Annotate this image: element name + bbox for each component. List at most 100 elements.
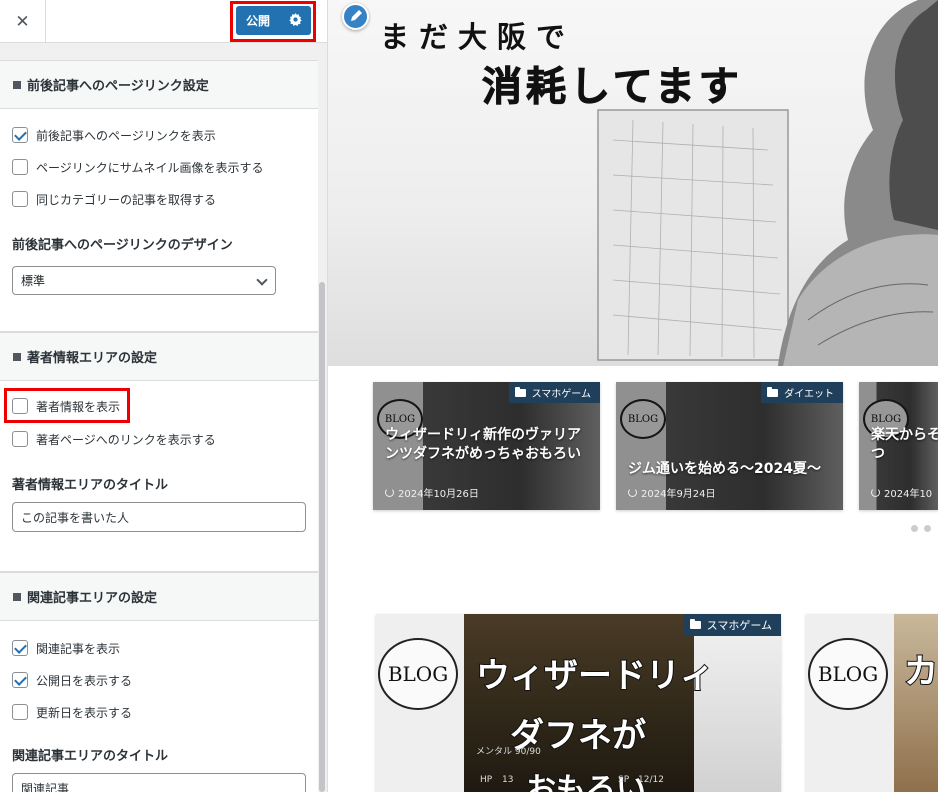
category-badge[interactable]: スマホゲーム	[682, 614, 781, 636]
close-button[interactable]: ✕	[0, 0, 46, 43]
site-preview: まだ大阪で 消耗してます BLOG スマホゲーム ウィザードリィ新作のヴァリアン…	[328, 0, 938, 792]
card-date: 2024年9月24日	[628, 485, 716, 500]
card-date-text: 2024年10月26日	[398, 489, 479, 500]
scrollbar-thumb[interactable]	[319, 282, 325, 792]
author-title-input[interactable]: この記事を書いた人	[12, 502, 306, 532]
folder-icon	[514, 386, 526, 397]
card-date: 2024年10	[871, 485, 932, 500]
card-title: 楽天からそしたため、きた件につ	[871, 427, 938, 462]
category-label: スマホゲーム	[706, 619, 772, 632]
checkbox-icon[interactable]	[12, 191, 28, 207]
checkbox-label: 公開日を表示する	[36, 673, 133, 688]
section-square-icon	[13, 352, 21, 361]
checkbox-same-category[interactable]: 同じカテゴリーの記事を取得する	[12, 189, 216, 209]
article-art-text-1: ウィザードリィ	[475, 655, 715, 697]
hero-title-line1: まだ大阪で	[380, 20, 576, 54]
checkbox-icon[interactable]	[12, 672, 28, 688]
section-author: 著者情報エリアの設定 著者情報を表示 著者ページへのリンクを表示する 著者情報エ…	[0, 332, 318, 572]
blog-badge: BLOG	[808, 638, 888, 710]
checkbox-icon[interactable]	[12, 398, 28, 414]
stat-hp-label: HP	[480, 775, 493, 785]
hero-image: まだ大阪で 消耗してます	[328, 0, 938, 366]
checkbox-icon[interactable]	[12, 159, 28, 175]
category-label: スマホゲーム	[531, 389, 591, 400]
related-title-input[interactable]: 関連記事	[12, 773, 306, 792]
card-title: ウィザードリィ新作のヴァリアンツダフネがめっちゃおもろい	[385, 427, 581, 462]
author-title-value: この記事を書いた人	[21, 510, 130, 525]
stat-mental: メンタル 90/90	[476, 747, 541, 757]
carousel-pagination	[911, 525, 931, 532]
section-square-icon	[13, 80, 21, 89]
customizer-header: ✕ 公開	[0, 0, 327, 43]
design-select-value: 標準	[21, 274, 46, 288]
checkbox-icon[interactable]	[12, 640, 28, 656]
checkbox-label: 前後記事へのページリンクを表示	[36, 128, 216, 143]
card-title: ジム通いを始める～2024夏～	[628, 461, 821, 477]
category-label: ダイエット	[784, 389, 834, 400]
section-related: 関連記事エリアの設定 関連記事を表示 公開日を表示する 更新日を表示する 関連記…	[0, 572, 318, 792]
article-card[interactable]: BLOG スマホゲーム ウィザードリィ ダフネが おもろい メンタル 90/90…	[376, 614, 781, 792]
design-label: 前後記事へのページリンクのデザイン	[12, 238, 233, 253]
card-date-text: 2024年9月24日	[641, 489, 716, 500]
carousel-card[interactable]: BLOG 楽天からそしたため、きた件につ 2024年10	[859, 382, 938, 510]
section-header-page-link: 前後記事へのページリンク設定	[0, 61, 318, 109]
checkbox-show-updated-date[interactable]: 更新日を表示する	[12, 702, 132, 722]
stat-sp-label: SP	[618, 775, 630, 785]
checkbox-label: 関連記事を表示	[36, 641, 121, 656]
card-date: 2024年10月26日	[385, 485, 479, 500]
carousel-card[interactable]: BLOG スマホゲーム ウィザードリィ新作のヴァリアンツダフネがめっちゃおもろい…	[373, 382, 600, 510]
checkbox-show-author[interactable]: 著者情報を表示	[12, 396, 120, 416]
section-title: 関連記事エリアの設定	[27, 591, 158, 606]
checkbox-label: 更新日を表示する	[36, 705, 133, 720]
card-date-text: 2024年10	[884, 489, 933, 500]
carousel-dot[interactable]	[911, 525, 918, 532]
stat-sp-value: 12/12	[638, 775, 664, 785]
author-title-label: 著者情報エリアのタイトル	[12, 478, 169, 493]
publish-button[interactable]: 公開	[236, 6, 311, 35]
pencil-icon	[351, 10, 362, 21]
section-page-link: 前後記事へのページリンク設定 前後記事へのページリンクを表示 ページリンクにサム…	[0, 60, 318, 332]
chevron-down-icon	[256, 274, 268, 286]
article-card[interactable]: BLOG カ	[806, 614, 938, 792]
checkbox-label: 著者ページへのリンクを表示する	[36, 432, 216, 447]
section-header-author: 著者情報エリアの設定	[0, 333, 318, 381]
carousel-card[interactable]: BLOG ダイエット ジム通いを始める～2024夏～ 2024年9月24日	[616, 382, 843, 510]
category-badge[interactable]: スマホゲーム	[508, 382, 600, 403]
close-icon: ✕	[15, 11, 30, 32]
checkbox-label: 著者情報を表示	[36, 399, 121, 414]
refresh-icon	[871, 488, 880, 497]
checkbox-show-related[interactable]: 関連記事を表示	[12, 638, 120, 658]
checkbox-author-link[interactable]: 著者ページへのリンクを表示する	[12, 429, 216, 449]
refresh-icon	[385, 488, 394, 497]
related-title-value: 関連記事	[21, 781, 70, 792]
related-title-label: 関連記事エリアのタイトル	[12, 749, 169, 764]
stat-hp-value: 13	[502, 775, 514, 785]
edit-shortcut-button[interactable]	[342, 3, 369, 30]
hero-title-line2: 消耗してます	[482, 64, 743, 111]
folder-icon	[689, 619, 701, 629]
section-title: 著者情報エリアの設定	[27, 351, 158, 366]
checkbox-show-published-date[interactable]: 公開日を表示する	[12, 670, 132, 690]
customizer-window: ✕ 公開 前後記事へのページリンク設定 前後記事へのページリンクを表示 ページリ…	[0, 0, 938, 792]
folder-icon	[767, 386, 779, 397]
carousel-dot[interactable]	[924, 525, 931, 532]
blog-badge: BLOG	[378, 638, 458, 710]
checkbox-label: 同じカテゴリーの記事を取得する	[36, 192, 217, 207]
article-sketch	[694, 614, 781, 792]
checkbox-icon[interactable]	[12, 127, 28, 143]
customizer-panel: ✕ 公開 前後記事へのページリンク設定 前後記事へのページリンクを表示 ページリ…	[0, 0, 328, 792]
refresh-icon	[628, 488, 637, 497]
gear-icon[interactable]	[289, 13, 302, 26]
category-badge[interactable]: ダイエット	[761, 382, 843, 403]
checkbox-icon[interactable]	[12, 431, 28, 447]
customizer-controls: 前後記事へのページリンク設定 前後記事へのページリンクを表示 ページリンクにサム…	[0, 44, 318, 792]
section-title: 前後記事へのページリンク設定	[27, 79, 209, 94]
publish-label: 公開	[246, 14, 271, 28]
section-square-icon	[13, 592, 21, 601]
article-thumbnail	[894, 614, 938, 792]
checkbox-show-page-link[interactable]: 前後記事へのページリンクを表示	[12, 125, 216, 145]
checkbox-icon[interactable]	[12, 704, 28, 720]
design-select[interactable]: 標準	[12, 266, 276, 295]
section-header-related: 関連記事エリアの設定	[0, 573, 318, 621]
checkbox-show-thumbnail[interactable]: ページリンクにサムネイル画像を表示する	[12, 157, 264, 177]
